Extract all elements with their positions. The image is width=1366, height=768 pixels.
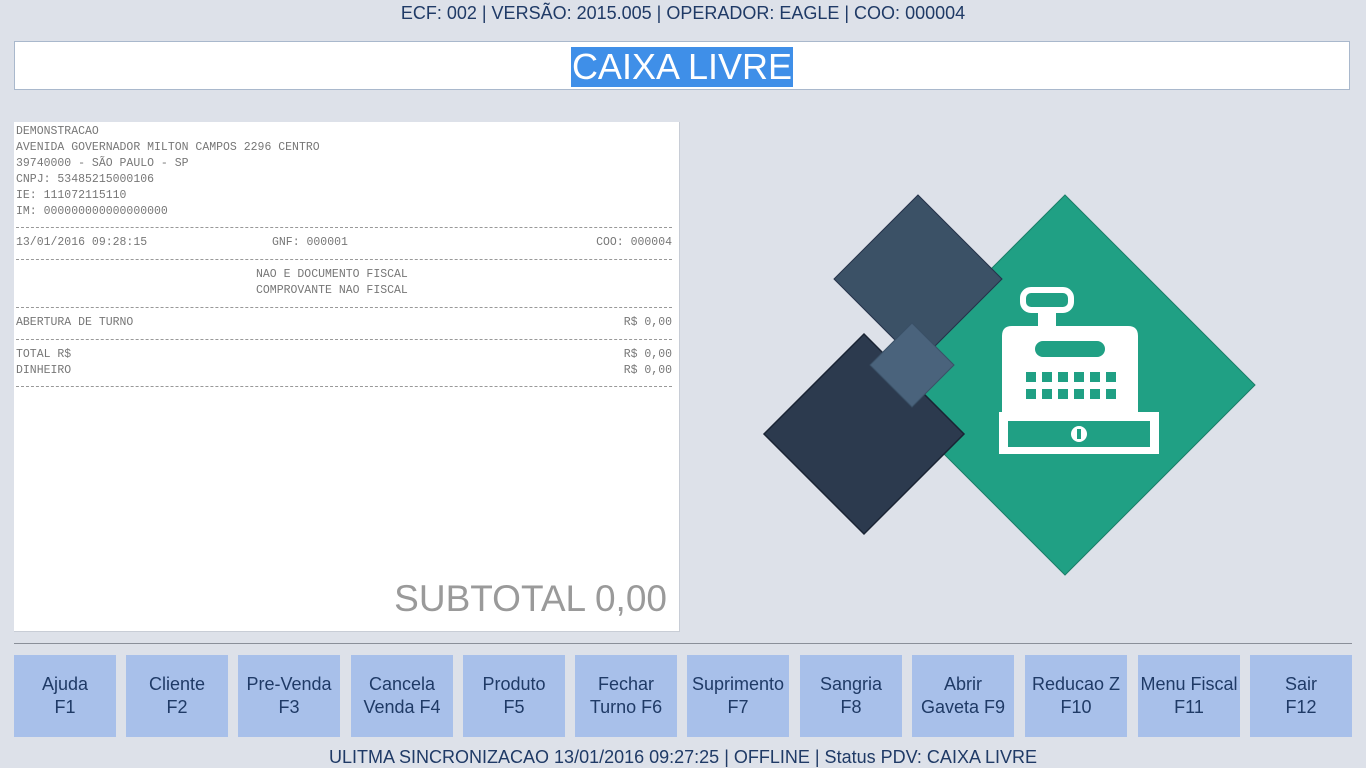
withdrawal-label: Sangria bbox=[819, 674, 883, 694]
receipt-coo: COO: 000004 bbox=[596, 236, 672, 249]
receipt-cnpj: CNPJ: 53485215000106 bbox=[16, 173, 155, 186]
exit-button[interactable]: Sair F12 bbox=[1250, 655, 1352, 737]
customer-key: F2 bbox=[166, 697, 188, 717]
exit-key: F12 bbox=[1285, 697, 1317, 717]
receipt-opening-label: ABERTURA DE TURNO bbox=[16, 316, 134, 329]
supply-label: Suprimento bbox=[691, 674, 785, 694]
product-label: Produto bbox=[482, 674, 546, 694]
status-text: CAIXA LIVRE bbox=[570, 46, 794, 87]
withdrawal-button[interactable]: Sangria F8 bbox=[800, 655, 902, 737]
open-drawer-label: Abrir bbox=[943, 674, 982, 694]
help-button[interactable]: Ajuda F1 bbox=[14, 655, 116, 737]
pre-sale-button[interactable]: Pre-Venda F3 bbox=[238, 655, 340, 737]
fiscal-menu-key: F11 bbox=[1174, 697, 1204, 717]
cancel-sale-key: Venda F4 bbox=[363, 697, 441, 717]
help-label: Ajuda bbox=[41, 674, 89, 694]
receipt-divider bbox=[16, 386, 672, 387]
receipt-company: DEMONSTRACAO bbox=[16, 125, 99, 138]
close-shift-button[interactable]: Fechar Turno F6 bbox=[575, 655, 677, 737]
pre-sale-label: Pre-Venda bbox=[246, 674, 332, 694]
receipt-notice: COMPROVANTE NAO FISCAL bbox=[256, 284, 408, 297]
pre-sale-key: F3 bbox=[278, 697, 300, 717]
customer-label: Cliente bbox=[148, 674, 206, 694]
close-shift-key: Turno F6 bbox=[589, 697, 663, 717]
receipt-divider bbox=[16, 227, 672, 228]
header-info: ECF: 002 | VERSÃO: 2015.005 | OPERADOR: … bbox=[400, 3, 966, 23]
receipt-notice: NAO E DOCUMENTO FISCAL bbox=[256, 268, 408, 281]
open-drawer-key: Gaveta F9 bbox=[920, 697, 1006, 717]
receipt-city: 39740000 - SÃO PAULO - SP bbox=[16, 157, 189, 170]
receipt-divider bbox=[16, 259, 672, 260]
open-drawer-button[interactable]: Abrir Gaveta F9 bbox=[912, 655, 1014, 737]
exit-label: Sair bbox=[1284, 674, 1317, 694]
z-reduction-button[interactable]: Reducao Z F10 bbox=[1025, 655, 1127, 737]
supply-button[interactable]: Suprimento F7 bbox=[687, 655, 789, 737]
close-shift-label: Fechar bbox=[597, 674, 655, 694]
receipt-im: IM: 000000000000000000 bbox=[16, 205, 168, 218]
receipt-opening-value: R$ 0,00 bbox=[623, 316, 672, 329]
help-key: F1 bbox=[54, 697, 76, 717]
function-key-bar: Ajuda F1 Cliente F2 Pre-Venda F3 Cancela Ven… bbox=[14, 655, 1352, 737]
product-button[interactable]: Produto F5 bbox=[463, 655, 565, 737]
fiscal-menu-button[interactable]: Menu Fiscal F11 bbox=[1138, 655, 1240, 737]
divider bbox=[14, 643, 1352, 644]
receipt-divider bbox=[16, 339, 672, 340]
fiscal-menu-label: Menu Fiscal bbox=[1140, 674, 1238, 694]
supply-key: F7 bbox=[727, 697, 749, 717]
receipt-ie: IE: 111072115110 bbox=[16, 189, 127, 202]
footer-status: ULITMA SINCRONIZACAO 13/01/2016 09:27:25… bbox=[329, 747, 1037, 767]
subtotal: SUBTOTAL 0,00 bbox=[394, 578, 667, 619]
receipt-datetime: 13/01/2016 09:28:15 bbox=[16, 236, 148, 249]
cancel-sale-label: Cancela bbox=[368, 674, 436, 694]
receipt-address: AVENIDA GOVERNADOR MILTON CAMPOS 2296 CE… bbox=[16, 141, 320, 154]
status-banner: CAIXA LIVRE bbox=[14, 41, 1350, 90]
product-key: F5 bbox=[503, 697, 525, 717]
withdrawal-key: F8 bbox=[840, 697, 862, 717]
z-reduction-label: Reducao Z bbox=[1031, 674, 1121, 694]
customer-button[interactable]: Cliente F2 bbox=[126, 655, 228, 737]
receipt-cash-value: R$ 0,00 bbox=[623, 364, 672, 377]
receipt-total-label: TOTAL R$ bbox=[16, 348, 72, 361]
receipt-cash-label: DINHEIRO bbox=[16, 364, 72, 377]
cancel-sale-button[interactable]: Cancela Venda F4 bbox=[351, 655, 453, 737]
receipt-gnf: GNF: 000001 bbox=[272, 236, 348, 249]
receipt-divider bbox=[16, 307, 672, 308]
z-reduction-key: F10 bbox=[1060, 697, 1092, 717]
cash-register-logo bbox=[762, 194, 1256, 576]
receipt-total-value: R$ 0,00 bbox=[623, 348, 672, 361]
receipt-panel: DEMONSTRACAO AVENIDA GOVERNADOR MILTON C… bbox=[14, 122, 680, 632]
